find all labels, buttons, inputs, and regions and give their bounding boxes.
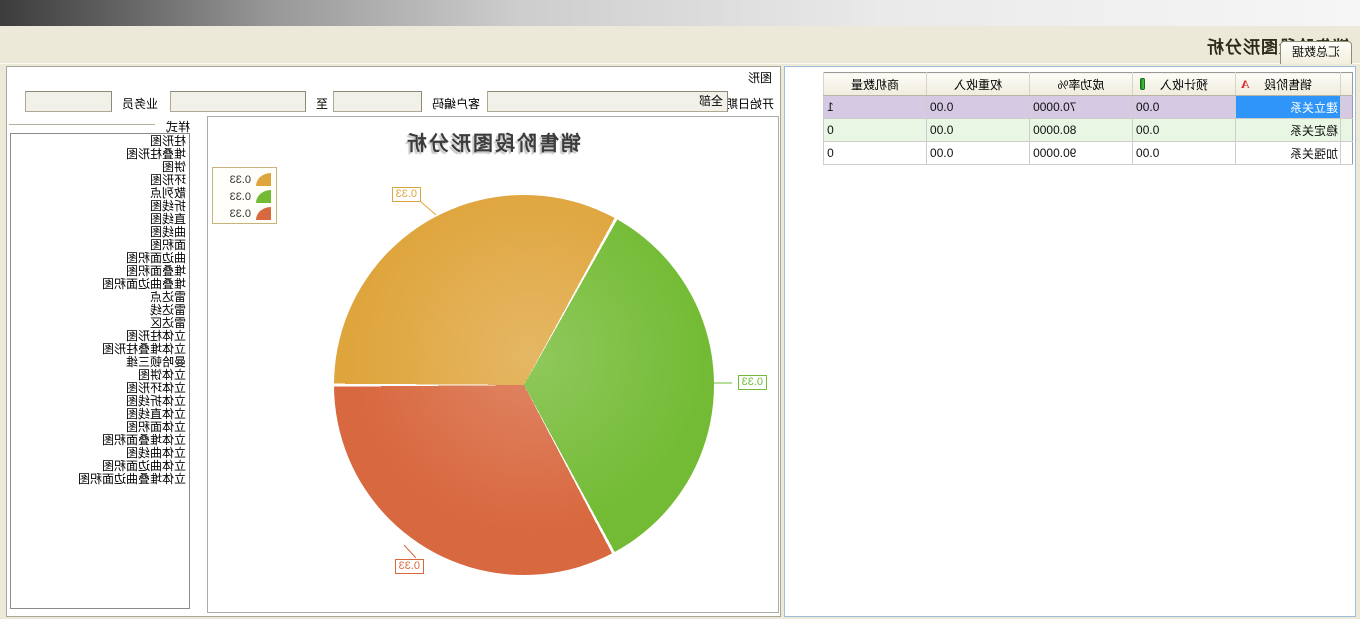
chart-title: 销售阶段图形分析 (208, 127, 778, 156)
stage-cell[interactable]: 稳定关系 (1236, 119, 1341, 142)
customer-code-input[interactable] (333, 91, 422, 112)
summary-table: 销售阶段 A 预计收入 成功率% 权重收入 商机数量 建立关系 0.00 70.… (823, 72, 1353, 165)
column-header-opportunity-count[interactable]: 商机数量 (824, 73, 927, 96)
legend-entry: 0.33 (213, 205, 271, 222)
weighted-income-cell[interactable]: 0.00 (927, 96, 1030, 119)
slice-label-callout: 0.33 (738, 375, 767, 390)
legend-wedge-icon (256, 207, 271, 220)
start-date-combo[interactable]: 全部 (487, 91, 728, 112)
legend-value: 0.33 (230, 191, 251, 203)
slice-label-callout: 0.33 (392, 187, 421, 202)
expected-income-cell[interactable]: 0.00 (1133, 142, 1236, 165)
column-header-expected-income[interactable]: 预计收入 (1133, 73, 1236, 96)
window-gradient-bar (0, 0, 1360, 26)
row-indicator-cell (1341, 119, 1353, 142)
style-divider (9, 124, 155, 126)
legend-value: 0.33 (230, 208, 251, 220)
row-indicator-cell (1341, 142, 1353, 165)
style-list-item[interactable]: 立体堆叠曲边面积图 (11, 473, 189, 486)
title-bar: 销售阶段图形分析 (0, 26, 1360, 64)
column-header-label: 销售阶段 (1264, 78, 1312, 92)
column-header-success-rate[interactable]: 成功率% (1030, 73, 1133, 96)
legend-entry: 0.33 (213, 171, 271, 188)
stage-cell[interactable]: 加强关系 (1236, 142, 1341, 165)
leader-line (404, 545, 416, 558)
expected-income-cell[interactable]: 0.00 (1133, 96, 1236, 119)
sort-ascending-icon: A (1241, 77, 1250, 92)
row-indicator-cell (1341, 96, 1353, 119)
salesman-label: 业务员 (122, 95, 158, 112)
pie-chart-area: 销售阶段图形分析 0.33 0.33 0.33 (207, 116, 779, 613)
column-indicator-icon (1140, 78, 1145, 90)
customer-code-label: 客户编码 (432, 95, 480, 112)
success-rate-cell[interactable]: 80.0000 (1030, 119, 1133, 142)
success-rate-cell[interactable]: 90.0000 (1030, 142, 1133, 165)
chart-legend: 0.33 0.33 0.33 (212, 167, 277, 224)
opportunity-count-cell[interactable]: 1 (824, 96, 927, 119)
summary-table-panel: 销售阶段 A 预计收入 成功率% 权重收入 商机数量 建立关系 0.00 70.… (784, 66, 1356, 617)
legend-value: 0.33 (230, 174, 251, 186)
leader-line (420, 201, 436, 215)
expected-income-cell[interactable]: 0.00 (1133, 119, 1236, 142)
tab-summary-data[interactable]: 汇总数据 (1280, 41, 1352, 64)
success-rate-cell[interactable]: 70.0000 (1030, 96, 1133, 119)
pie (334, 195, 714, 575)
start-date-label: 开始日期 (726, 95, 774, 112)
column-header-stage[interactable]: 销售阶段 A (1236, 73, 1341, 96)
column-header-weighted-income[interactable]: 权重收入 (927, 73, 1030, 96)
style-list[interactable]: 柱形图堆叠柱形图饼图环形图散列点折线图直线图曲线图面积图曲边面积图堆叠面积图堆叠… (10, 133, 190, 609)
opportunity-count-cell[interactable]: 0 (824, 142, 927, 165)
to-input[interactable] (170, 91, 306, 112)
stage-cell-selected[interactable]: 建立关系 (1236, 96, 1341, 119)
salesman-input[interactable] (25, 91, 112, 112)
legend-wedge-icon (256, 190, 271, 203)
opportunity-count-cell[interactable]: 0 (824, 119, 927, 142)
legend-entry: 0.33 (213, 188, 271, 205)
groupbox-caption: 图形 (746, 69, 774, 86)
column-header-label: 预计收入 (1160, 78, 1208, 92)
app-window: 销售阶段图形分析 汇总数据 销售阶段 A 预计收入 成功率% 权重收入 (0, 0, 1360, 619)
row-indicator-column-header (1341, 73, 1353, 96)
tabstrip-divider (0, 63, 1360, 64)
weighted-income-cell[interactable]: 0.00 (927, 142, 1030, 165)
weighted-income-cell[interactable]: 0.00 (927, 119, 1030, 142)
chart-panel: 图形 开始日期 全部 客户编码 至 业务员 样式 柱形图堆叠柱形图饼图环形图散列… (6, 66, 781, 617)
table-row[interactable]: 加强关系 0.00 90.0000 0.00 0 (824, 142, 1353, 165)
to-label: 至 (316, 95, 328, 112)
table-row[interactable]: 建立关系 0.00 70.0000 0.00 1 (824, 96, 1353, 119)
legend-wedge-icon (256, 173, 271, 186)
table-row[interactable]: 稳定关系 0.00 80.0000 0.00 0 (824, 119, 1353, 142)
slice-label-callout: 0.33 (395, 559, 424, 574)
